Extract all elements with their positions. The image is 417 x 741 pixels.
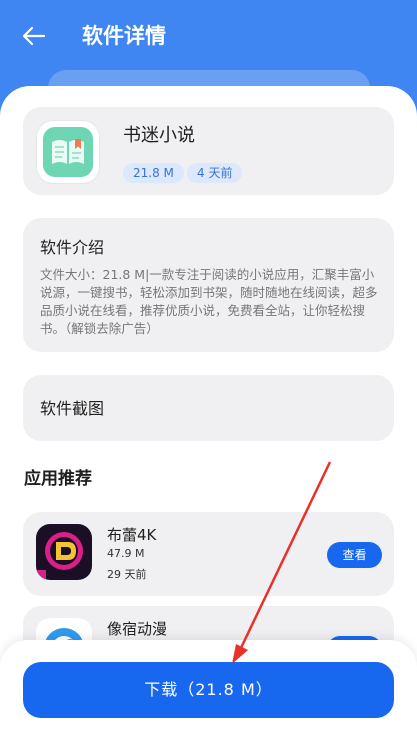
intro-text: 文件大小：21.8 M|一款专注于阅读的小说应用，汇聚丰富小说源，一键搜书，轻松… xyxy=(40,267,378,336)
view-button[interactable]: 查看 xyxy=(327,542,382,568)
screenshots-card: 软件截图 xyxy=(23,375,394,441)
download-button[interactable]: 下载（21.8 M） xyxy=(23,662,394,718)
recommend-item-time: 29 天前 xyxy=(107,568,147,581)
recommend-item-name: 像宿动漫 xyxy=(107,620,168,638)
bottom-bar: 下载（21.8 M） xyxy=(0,640,417,741)
intro-card: 软件介绍 文件大小：21.8 M|一款专注于阅读的小说应用，汇聚丰富小说源，一键… xyxy=(23,218,394,352)
app-name: 书迷小说 xyxy=(123,125,195,146)
updated-tag: 4 天前 xyxy=(187,163,243,183)
recommend-title: 应用推荐 xyxy=(24,469,92,489)
header-bar: 软件详情 xyxy=(0,0,417,72)
book-icon xyxy=(37,121,99,183)
page-title: 软件详情 xyxy=(82,24,166,48)
recommend-item[interactable]: 布蕾4K 47.9 M 29 天前 查看 xyxy=(23,512,394,596)
screenshots-title: 软件截图 xyxy=(40,399,105,418)
recommend-item-name: 布蕾4K xyxy=(107,526,157,544)
intro-title: 软件介绍 xyxy=(40,238,105,257)
recommend-item-size: 47.9 M xyxy=(107,547,145,560)
app-info-card: 书迷小说 21.8 M 4 天前 xyxy=(23,107,394,195)
size-tag: 21.8 M xyxy=(123,163,184,183)
app-logo-icon xyxy=(36,524,92,580)
arrow-left-icon xyxy=(22,26,46,46)
back-button[interactable] xyxy=(16,20,52,52)
